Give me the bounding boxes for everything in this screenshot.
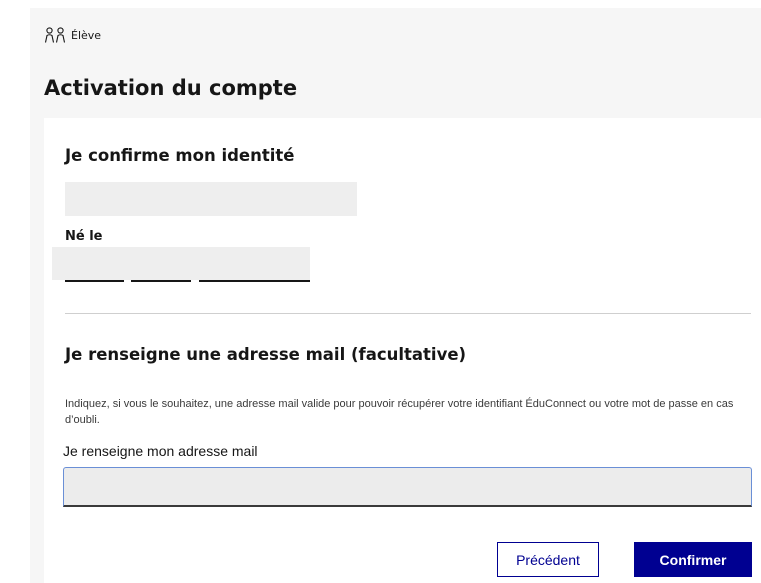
- masked-birthdate: [52, 247, 310, 280]
- email-field[interactable]: [63, 467, 752, 507]
- email-heading: Je renseigne une adresse mail (facultati…: [65, 345, 467, 364]
- email-hint: Indiquez, si vous le souhaitez, une adre…: [65, 398, 734, 426]
- confirm-button[interactable]: Confirmer: [634, 542, 752, 577]
- activation-card: Je confirme mon identité Né le Je rensei…: [44, 118, 761, 583]
- email-field-label: Je renseigne mon adresse mail: [63, 443, 258, 459]
- page-title: Activation du compte: [44, 76, 298, 100]
- birth-day-field: [65, 280, 124, 282]
- born-label: Né le: [65, 229, 103, 244]
- birth-year-field: [199, 280, 310, 282]
- role-indicator: Élève: [44, 27, 101, 43]
- masked-name: [65, 182, 357, 216]
- birth-month-field: [131, 280, 191, 282]
- previous-button[interactable]: Précédent: [497, 542, 599, 577]
- section-divider: [65, 313, 751, 314]
- role-label: Élève: [71, 28, 102, 42]
- page-background: Élève Activation du compte Je confirme m…: [30, 8, 761, 583]
- users-icon: [44, 27, 67, 43]
- identity-heading: Je confirme mon identité: [65, 146, 295, 165]
